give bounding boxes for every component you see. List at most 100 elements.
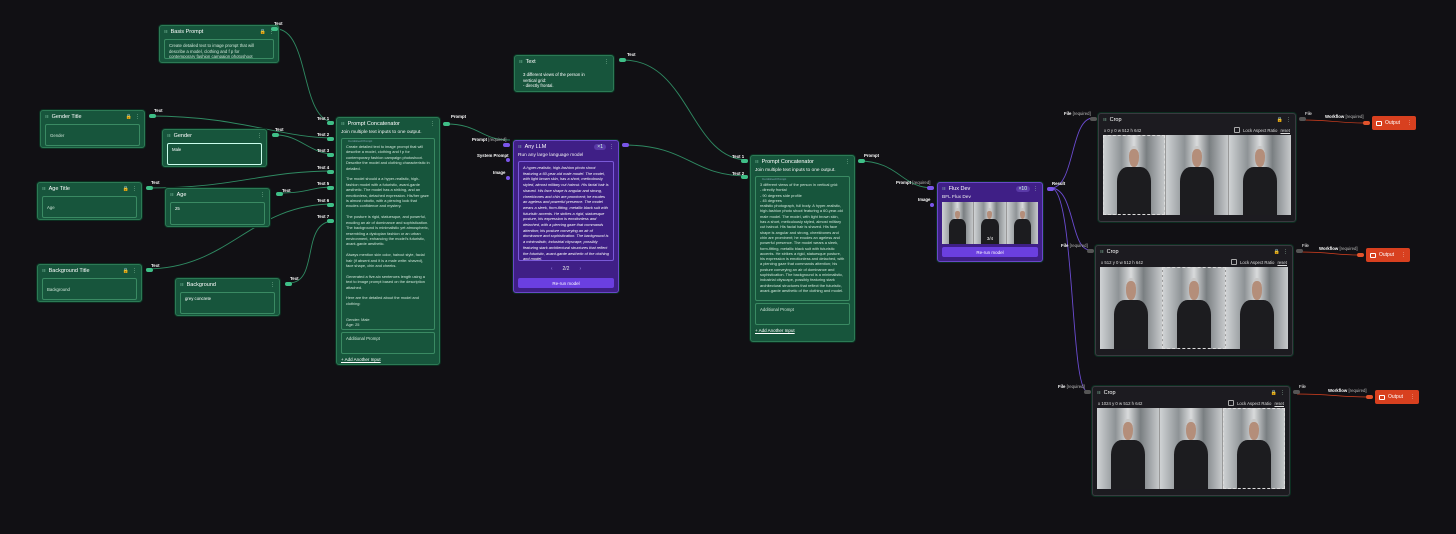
drag-handle-icon[interactable]: ☷: [341, 121, 345, 126]
drag-handle-icon[interactable]: ☷: [518, 144, 522, 149]
any-llm-node[interactable]: ☷ Any LLM ×1 ⋮ Run any large language model…: [513, 140, 619, 293]
background-title-node[interactable]: ☷ Background Title 🔒 ⋮ Background: [37, 264, 142, 302]
input-port[interactable]: [327, 153, 334, 157]
input-port[interactable]: [741, 159, 748, 163]
reset-link[interactable]: reset: [1277, 260, 1287, 265]
input-port[interactable]: [327, 170, 334, 174]
drag-handle-icon[interactable]: ☷: [1097, 390, 1101, 395]
output-port[interactable]: [1296, 249, 1303, 253]
lock-aspect-ratio-checkbox[interactable]: [1228, 400, 1235, 406]
crop-selection[interactable]: [1162, 267, 1226, 349]
input-port[interactable]: [741, 175, 748, 179]
crop-node-3[interactable]: ☷ Crop 🔒 ⋮ x 1024 y 0 w 512 h 642 Lock Aspec…: [1092, 386, 1290, 496]
input-port[interactable]: [1363, 121, 1370, 125]
prompt-concatenator-node-2[interactable]: ☷ Prompt Concatenator ⋮ Join multiple text…: [750, 155, 855, 342]
chevron-left-icon[interactable]: ‹: [551, 266, 553, 272]
output-port[interactable]: [858, 159, 865, 163]
lock-icon[interactable]: 🔒: [260, 29, 266, 35]
crop-image[interactable]: [1103, 135, 1291, 215]
crop-node-2[interactable]: ☷ Crop 🔒 ⋮ x 512 y 0 w 512 h 642 Lock Aspect…: [1095, 245, 1293, 356]
input-port[interactable]: [327, 203, 334, 207]
input-port[interactable]: [1090, 117, 1097, 121]
more-menu-icon[interactable]: ⋮: [1286, 117, 1291, 123]
output-port[interactable]: [285, 282, 292, 286]
output-port[interactable]: [149, 114, 156, 118]
output-port[interactable]: [443, 122, 450, 126]
drag-handle-icon[interactable]: ☷: [1100, 249, 1104, 254]
add-another-input-link[interactable]: + Add Another Input: [751, 327, 854, 334]
more-menu-icon[interactable]: ⋮: [1401, 252, 1406, 258]
output-node-1[interactable]: Output ⋮: [1372, 116, 1416, 130]
input-port[interactable]: [506, 176, 510, 180]
more-menu-icon[interactable]: ⋮: [132, 186, 137, 192]
input-port[interactable]: [1357, 253, 1364, 257]
gender-node[interactable]: ☷ Gender ⋮ Male: [162, 129, 267, 167]
input-port[interactable]: [327, 137, 334, 141]
more-menu-icon[interactable]: ⋮: [260, 192, 265, 198]
more-menu-icon[interactable]: ⋮: [132, 268, 137, 274]
add-another-input-link[interactable]: + Add Another Input: [337, 356, 439, 363]
more-menu-icon[interactable]: ⋮: [1407, 120, 1412, 126]
flux-dev-node[interactable]: ☷ Flux Dev ×10 ⋮ BFL Flux Dev 3/4 Re-run mo…: [937, 182, 1043, 262]
gender-input[interactable]: Male: [167, 143, 262, 165]
background-input[interactable]: grey concrete: [180, 292, 275, 314]
crop-node-1[interactable]: ☷ Crop 🔒 ⋮ x 0 y 0 w 512 h 642 Lock Aspect R…: [1098, 113, 1296, 222]
background-node[interactable]: ☷ Background ⋮ grey concrete: [175, 278, 280, 316]
chevron-right-icon[interactable]: ›: [579, 266, 581, 272]
text-field[interactable]: 3 different views of the person in verti…: [519, 69, 609, 90]
output-port[interactable]: [272, 133, 279, 137]
age-title-node[interactable]: ☷ Age Title 🔒 ⋮ Age: [37, 182, 142, 220]
lock-icon[interactable]: 🔒: [126, 114, 132, 120]
output-node-3[interactable]: Output ⋮: [1375, 390, 1419, 404]
input-port[interactable]: [930, 203, 934, 207]
drag-handle-icon[interactable]: ☷: [1103, 117, 1107, 122]
output-port[interactable]: [1299, 117, 1306, 121]
lock-aspect-ratio-checkbox[interactable]: [1234, 127, 1241, 133]
drag-handle-icon[interactable]: ☷: [167, 133, 171, 138]
lock-icon[interactable]: 🔒: [123, 186, 129, 192]
drag-handle-icon[interactable]: ☷: [180, 282, 184, 287]
input-port[interactable]: [506, 158, 510, 162]
reset-link[interactable]: reset: [1280, 128, 1290, 133]
more-menu-icon[interactable]: ⋮: [845, 159, 850, 165]
input-port[interactable]: [327, 121, 334, 125]
basis-prompt-node[interactable]: ☷ Basis Prompt 🔒 ⋮ Create detailed text to …: [159, 25, 279, 63]
drag-handle-icon[interactable]: ☷: [170, 192, 174, 197]
combined-prompt-field[interactable]: Combined Prompt Create detailed text to i…: [341, 138, 435, 330]
input-port[interactable]: [327, 219, 334, 223]
lock-icon[interactable]: 🔒: [1274, 249, 1280, 255]
drag-handle-icon[interactable]: ☷: [942, 186, 946, 191]
input-port[interactable]: [503, 143, 510, 147]
output-port[interactable]: [276, 192, 283, 196]
crop-selection[interactable]: [1222, 408, 1285, 489]
text-field[interactable]: Background: [42, 278, 137, 300]
more-menu-icon[interactable]: ⋮: [430, 121, 435, 127]
more-menu-icon[interactable]: ⋮: [270, 282, 275, 288]
text-field[interactable]: Age: [42, 196, 137, 218]
crop-coordinates[interactable]: x 0 y 0 w 512 h 642: [1104, 128, 1141, 133]
crop-selection[interactable]: [1103, 135, 1166, 215]
more-menu-icon[interactable]: ⋮: [1033, 186, 1038, 192]
crop-coordinates[interactable]: x 512 y 0 w 512 h 642: [1101, 260, 1143, 265]
prompt-concatenator-node-1[interactable]: ☷ Prompt Concatenator ⋮ Join multiple text…: [336, 117, 440, 365]
output-port[interactable]: [1047, 187, 1054, 191]
output-port[interactable]: [619, 58, 626, 62]
lock-icon[interactable]: 🔒: [1271, 390, 1277, 396]
input-port[interactable]: [327, 186, 334, 190]
more-menu-icon[interactable]: ⋮: [1280, 390, 1285, 396]
output-port[interactable]: [146, 186, 153, 190]
more-menu-icon[interactable]: ⋮: [609, 144, 614, 150]
output-port[interactable]: [1293, 390, 1300, 394]
drag-handle-icon[interactable]: ☷: [45, 114, 49, 119]
input-port[interactable]: [1366, 395, 1373, 399]
more-menu-icon[interactable]: ⋮: [604, 59, 609, 65]
crop-image[interactable]: [1097, 408, 1285, 489]
drag-handle-icon[interactable]: ☷: [519, 59, 523, 64]
crop-coordinates[interactable]: x 1024 y 0 w 512 h 642: [1098, 401, 1142, 406]
combined-prompt-field[interactable]: Combined Prompt 3 different views of the …: [755, 176, 850, 301]
drag-handle-icon[interactable]: ☷: [42, 186, 46, 191]
drag-handle-icon[interactable]: ☷: [755, 159, 759, 164]
input-port[interactable]: [927, 186, 934, 190]
output-port[interactable]: [622, 143, 629, 147]
input-port[interactable]: [1087, 249, 1094, 253]
